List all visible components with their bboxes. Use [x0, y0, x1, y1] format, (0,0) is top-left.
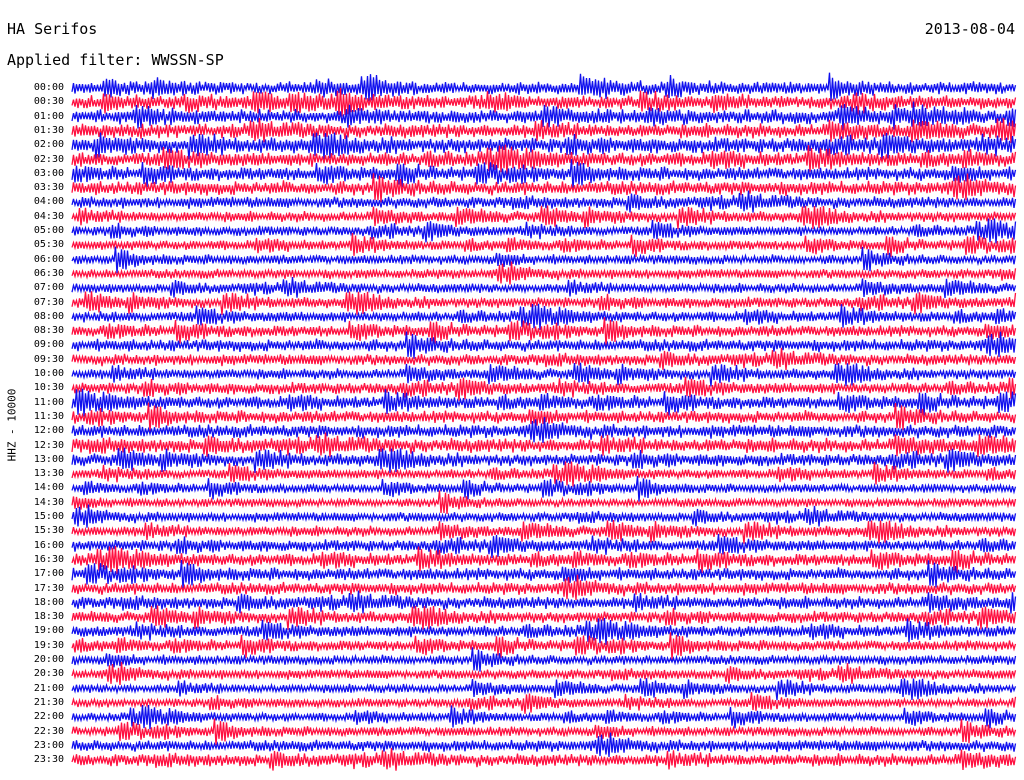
trace-line — [71, 277, 1017, 299]
trace-line — [71, 475, 1017, 502]
trace-line — [71, 347, 1017, 370]
trace-line — [71, 632, 1017, 660]
trace-line — [71, 205, 1017, 230]
seismogram-plot — [71, 72, 1017, 771]
trace-line — [71, 692, 1017, 714]
trace-line — [71, 233, 1017, 257]
trace-line — [71, 190, 1017, 213]
trace-line — [71, 303, 1017, 330]
trace-line — [71, 661, 1017, 686]
trace-line — [71, 261, 1017, 285]
trace-line — [71, 590, 1017, 614]
trace-line — [71, 520, 1017, 544]
trace-line — [71, 362, 1017, 387]
trace-line — [71, 417, 1017, 443]
trace-line — [71, 678, 1017, 701]
trace-line — [71, 388, 1017, 417]
trace-line — [71, 732, 1017, 758]
trace-line — [71, 747, 1017, 771]
trace-line — [71, 718, 1017, 746]
trace-line — [71, 246, 1017, 274]
trace-line — [71, 218, 1017, 244]
